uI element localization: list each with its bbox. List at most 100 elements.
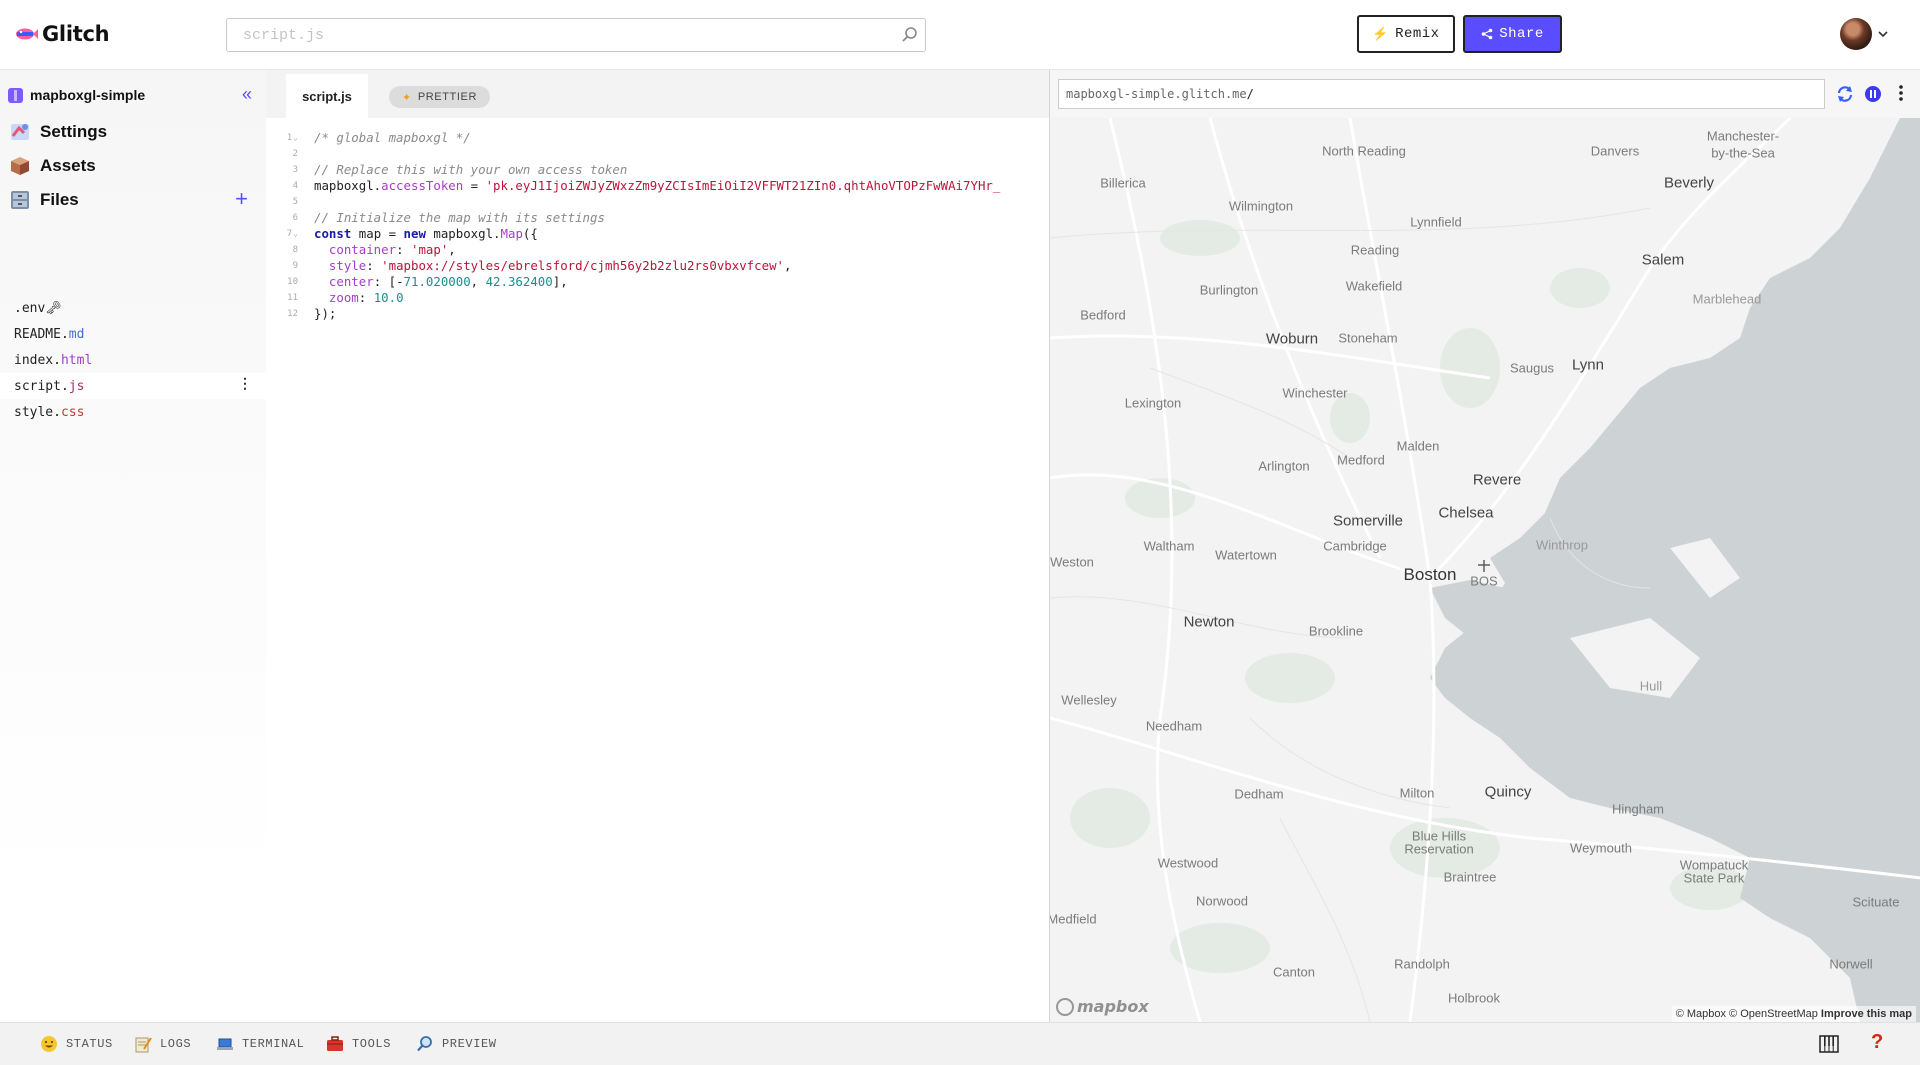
file-name-base: index.: [14, 352, 61, 368]
code-line[interactable]: 12});: [266, 306, 1049, 322]
code-token: :: [396, 242, 411, 257]
line-number: 4: [266, 178, 298, 194]
map-place-label: Waltham: [1143, 538, 1195, 554]
sidebar-item-label: Settings: [40, 122, 108, 141]
code-token: :: [358, 290, 374, 305]
file-item[interactable]: script. js ⋮: [0, 373, 266, 399]
code-line[interactable]: 4 mapboxgl.accessToken = 'pk.eyJ1IjoiZWJy…: [266, 178, 1049, 194]
line-content: const map = new mapboxgl.Map({: [314, 226, 538, 242]
code-token: =: [463, 178, 486, 193]
more-options-icon[interactable]: [1890, 83, 1912, 105]
map-view[interactable]: North Reading Danvers Manchester-by-the-Se…: [1050, 118, 1920, 1022]
code-line[interactable]: 7⌄ const map = new mapboxgl.Map({: [266, 226, 1049, 242]
tab-script-js[interactable]: script.js: [286, 74, 368, 118]
glitch-logo[interactable]: Glitch: [14, 22, 110, 46]
code-token: 42.362400: [485, 274, 553, 289]
share-icon: [1481, 28, 1493, 40]
fold-arrow-icon[interactable]: ⌄: [293, 229, 298, 238]
line-number: 1⌄: [266, 130, 298, 146]
map-place-label: State Park: [1683, 870, 1745, 886]
avatar[interactable]: [1840, 18, 1872, 50]
code-token: new: [403, 226, 426, 241]
sidebar-item-files[interactable]: Files +: [8, 186, 258, 214]
line-number: 5: [266, 194, 298, 210]
search-input[interactable]: [227, 19, 877, 51]
logo-text: Glitch: [42, 22, 110, 46]
file-name-base: .env: [14, 300, 46, 316]
code-line[interactable]: 9 style: 'mapbox://styles/ebrelsford/cjm…: [266, 258, 1049, 274]
line-number: 12: [266, 306, 298, 322]
terminal-button[interactable]: TERMINAL: [216, 1033, 304, 1055]
map-place-label: Scituate: [1852, 894, 1900, 910]
file-name-ext: md: [68, 326, 85, 342]
code-line[interactable]: 3 // Replace this with your own access to…: [266, 162, 1049, 178]
code-token: 'map': [410, 242, 449, 257]
line-number-text: 4: [292, 181, 298, 191]
code-area[interactable]: 1⌄ /* global mapboxgl */ 2 3// Replace this…: [266, 130, 1049, 322]
map-place-label: Beverly: [1663, 174, 1715, 192]
share-button[interactable]: Share: [1463, 15, 1562, 53]
code-token: center: [328, 274, 374, 289]
attribution-text[interactable]: © Mapbox © OpenStreetMap: [1676, 1008, 1818, 1020]
tools-button[interactable]: TOOLS: [326, 1033, 391, 1055]
project-name[interactable]: mapboxgl-simple: [30, 87, 145, 103]
help-icon[interactable]: ?: [1871, 1031, 1883, 1054]
file-item[interactable]: index. html: [0, 347, 266, 373]
code-line[interactable]: 1⌄ /* global mapboxgl */: [266, 130, 1049, 146]
code-line[interactable]: 2: [266, 146, 1049, 162]
collapse-sidebar-icon[interactable]: «: [236, 84, 258, 106]
map-place-label: Randolph: [1394, 956, 1450, 972]
remix-button[interactable]: ⚡ Remix: [1357, 15, 1455, 53]
refresh-icon[interactable]: [1834, 83, 1856, 105]
map-place-label: Manchester-: [1706, 128, 1780, 144]
code-token: ,: [448, 242, 456, 257]
add-file-icon[interactable]: +: [235, 186, 248, 212]
code-line[interactable]: 6 // Initialize the map with its settings: [266, 210, 1049, 226]
terminal-label: TERMINAL: [242, 1037, 305, 1051]
line-content: // Initialize the map with its settings: [314, 210, 605, 226]
status-smiley-icon: [41, 1036, 57, 1052]
prettier-button[interactable]: ✦ PRETTIER: [389, 86, 490, 108]
code-token: // Replace this with your own access tok…: [314, 162, 628, 177]
sidebar: mapboxgl-simple « Settings Assets Files …: [0, 70, 266, 1022]
fold-arrow-icon[interactable]: ⌄: [293, 133, 298, 142]
logs-button[interactable]: LOGS: [134, 1033, 191, 1055]
code-line[interactable]: 5: [266, 194, 1049, 210]
code-line[interactable]: 10 center: [-71.020000, 42.362400],: [266, 274, 1049, 290]
mapbox-logo[interactable]: mapbox: [1056, 997, 1149, 1016]
improve-map-link[interactable]: Improve this map: [1821, 1008, 1912, 1020]
line-number-text: 5: [292, 197, 298, 207]
map-place-label: Billerica: [1100, 175, 1146, 191]
user-menu[interactable]: [1840, 18, 1888, 50]
map-place-label: Wakefield: [1345, 278, 1403, 294]
map-place-label: Revere: [1472, 471, 1522, 489]
sidebar-item-assets[interactable]: Assets: [8, 152, 258, 180]
line-content: /* global mapboxgl */: [314, 130, 471, 146]
file-item[interactable]: .env 🗝: [0, 295, 266, 321]
file-item[interactable]: README. md: [0, 321, 266, 347]
preview-button[interactable]: PREVIEW: [416, 1033, 497, 1055]
code-line[interactable]: 11 zoom: 10.0: [266, 290, 1049, 306]
map-place-label: Malden: [1396, 438, 1440, 454]
project-header[interactable]: mapboxgl-simple «: [8, 84, 258, 106]
file-name-base: script.: [14, 378, 69, 394]
map-place-label: Chelsea: [1438, 504, 1494, 522]
code-line[interactable]: 8 container: 'map',: [266, 242, 1049, 258]
pause-icon[interactable]: [1862, 83, 1884, 105]
code-token: mapboxgl.: [425, 226, 501, 241]
line-number-text: 2: [292, 149, 298, 159]
line-content: });: [314, 306, 336, 322]
map-place-label: Arlington: [1258, 458, 1310, 474]
file-item[interactable]: style. css: [0, 399, 266, 425]
preview-url-field[interactable]: mapboxgl-simple.glitch.me/: [1058, 79, 1825, 109]
map-place-label: Dedham: [1234, 786, 1284, 802]
sidebar-item-settings[interactable]: Settings: [8, 118, 258, 146]
map-place-label: Watertown: [1215, 547, 1277, 563]
keyboard-shortcuts-icon[interactable]: [1819, 1034, 1839, 1054]
status-button[interactable]: STATUS: [40, 1033, 113, 1055]
map-place-label: Norwood: [1195, 893, 1249, 909]
search-icon[interactable]: [901, 26, 919, 44]
file-options-icon[interactable]: ⋮: [238, 376, 252, 392]
